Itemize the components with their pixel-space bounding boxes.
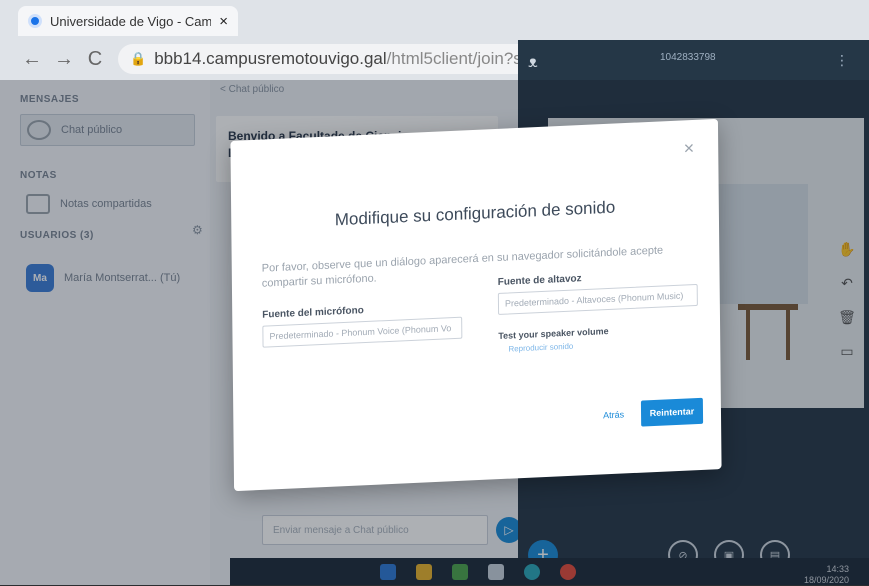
second-tab[interactable] <box>248 10 318 32</box>
options-menu-icon[interactable]: ⋮ <box>835 52 849 69</box>
close-icon[interactable]: × <box>684 138 695 159</box>
modal-title: Modifique su configuración de sonido <box>334 197 616 230</box>
browser-tab[interactable]: Universidade de Vigo - Campus × <box>18 6 238 36</box>
back-arrow-icon[interactable]: ← <box>22 48 42 71</box>
mic-source-label: Fuente del micrófono <box>262 305 364 321</box>
tab-close-icon[interactable]: × <box>219 13 228 30</box>
url-host: bbb14.campusremotouvigo.gal <box>154 49 387 68</box>
speaker-test-label: Test your speaker volume <box>498 326 609 342</box>
speaker-source-label: Fuente de altavoz <box>497 273 582 288</box>
reload-icon[interactable]: C <box>86 48 104 71</box>
site-favicon-icon <box>28 14 42 28</box>
tab-title: Universidade de Vigo - Campus <box>50 13 212 29</box>
audio-settings-modal: × Modifique su configuración de sonido P… <box>230 118 722 492</box>
back-button[interactable]: Atrás <box>603 409 624 420</box>
modal-description: Por favor, observe que un diálogo aparec… <box>261 244 664 290</box>
retry-button[interactable]: Reintentar <box>640 397 704 427</box>
play-sound-link[interactable]: Reproducir sonido <box>508 342 573 354</box>
forward-arrow-icon[interactable]: → <box>54 48 74 71</box>
user-icon[interactable]: ᴥ <box>528 54 538 72</box>
mic-source-select[interactable]: Predeterminado - Phonum Voice (Phonum Vo <box>262 316 463 348</box>
lock-icon: 🔒 <box>130 51 147 66</box>
speaker-source-select[interactable]: Predeterminado - Altavoces (Phonum Music… <box>497 283 698 316</box>
meeting-id: 1042833798 <box>660 52 716 63</box>
